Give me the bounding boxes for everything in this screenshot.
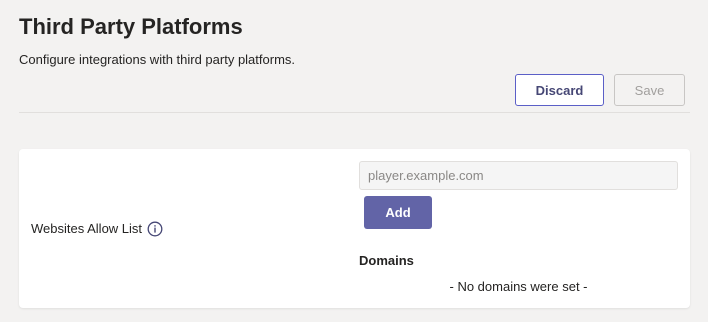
websites-allow-list-setting: Websites Allow List [31, 220, 163, 238]
domain-input[interactable] [359, 161, 678, 190]
page-title: Third Party Platforms [19, 14, 243, 39]
websites-allow-list-label: Websites Allow List [31, 221, 143, 236]
domains-empty-message: - No domains were set - [449, 279, 588, 294]
info-icon[interactable] [147, 221, 163, 237]
save-button[interactable]: Save [614, 74, 685, 106]
page-subtitle: Configure integrations with third party … [19, 52, 296, 67]
allow-list-card: Websites Allow List Add Domains - No dom… [19, 149, 690, 308]
add-domain-button[interactable]: Add [364, 196, 432, 229]
header-divider [19, 112, 690, 113]
domains-heading: Domains [359, 253, 414, 268]
discard-button[interactable]: Discard [515, 74, 604, 106]
